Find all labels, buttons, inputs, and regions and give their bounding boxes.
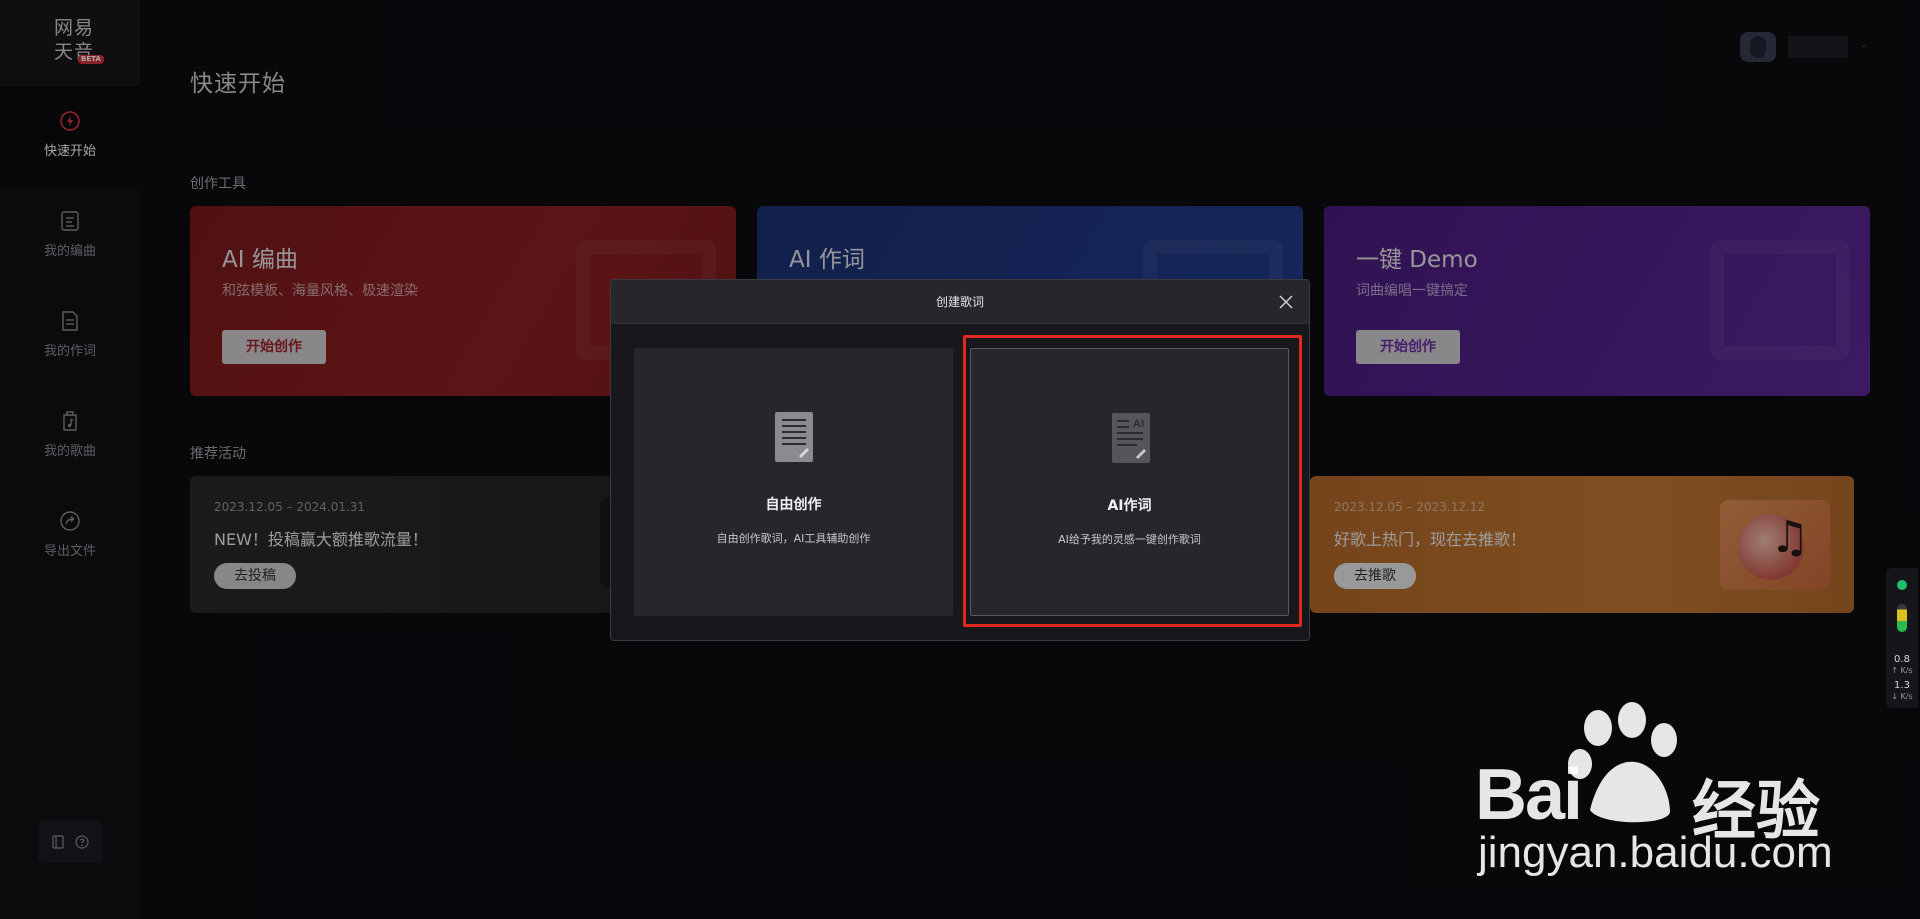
close-icon[interactable] (1277, 293, 1295, 311)
option-description: AI给予我的灵感一键创作歌词 (1058, 533, 1201, 546)
option-free-creation[interactable]: 自由创作 自由创作歌词，AI工具辅助创作 (634, 348, 953, 616)
network-speed-widget[interactable]: 0.8 ↑ K/s 1.3 ↓ K/s (1886, 568, 1918, 708)
watermark-brand: Bai (1475, 755, 1583, 835)
ai-document-icon: AI (1112, 413, 1150, 463)
download-unit: ↓ K/s (1891, 692, 1913, 701)
dialog-title: 创建歌词 (935, 295, 984, 309)
upload-speed: 0.8 (1894, 654, 1910, 665)
watermark-url: jingyan.baidu.com (1478, 828, 1833, 877)
option-ai-lyrics[interactable]: AI AI作词 AI给予我的灵感一键创作歌词 (970, 348, 1289, 616)
download-speed: 1.3 (1894, 680, 1910, 691)
upload-unit: ↑ K/s (1891, 666, 1913, 675)
status-dot (1897, 580, 1907, 590)
document-pen-icon (775, 412, 813, 462)
create-lyrics-dialog: 创建歌词 自由创作 自由创作歌词，AI工具辅助创作 AI AI作词 AI给予我的… (610, 279, 1310, 641)
svg-text:AI: AI (1133, 418, 1144, 430)
option-description: 自由创作歌词，AI工具辅助创作 (716, 532, 871, 545)
option-title: 自由创作 (765, 497, 822, 513)
option-title: AI作词 (1107, 498, 1152, 514)
dialog-header: 创建歌词 (611, 280, 1309, 324)
usage-bar (1897, 604, 1907, 632)
